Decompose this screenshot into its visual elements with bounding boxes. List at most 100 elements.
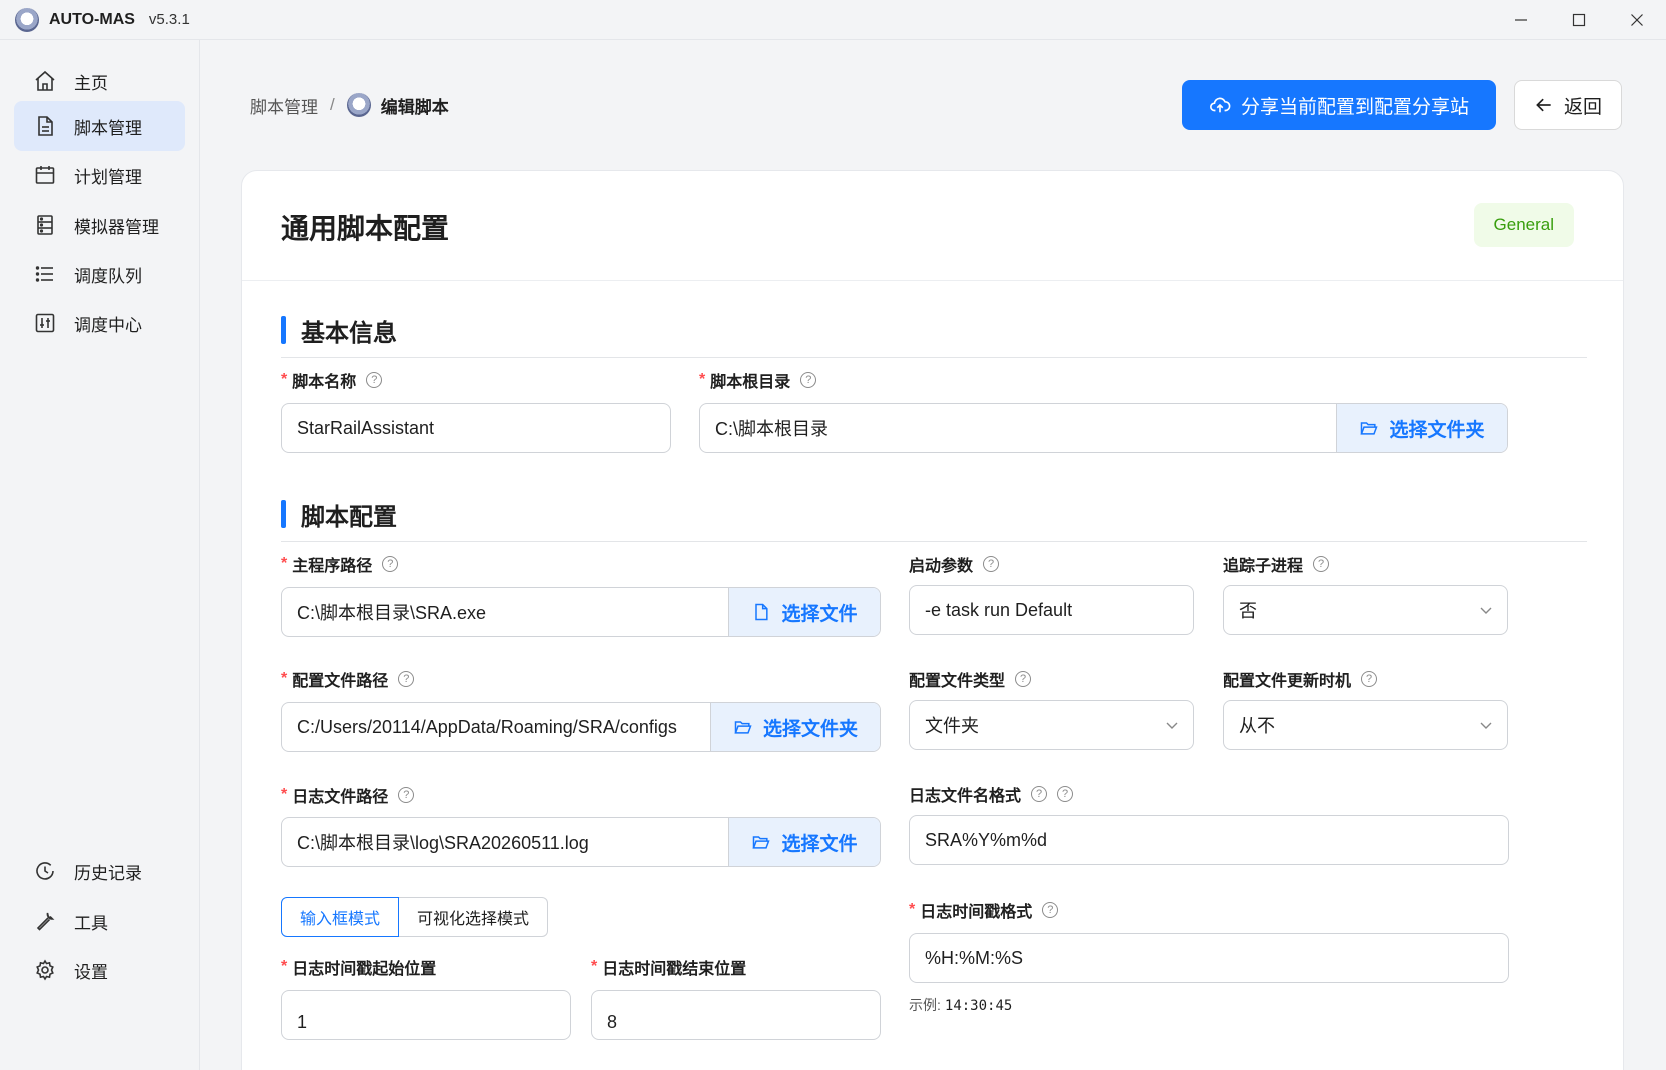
launch-args-input[interactable]: -e task run Default <box>909 585 1194 635</box>
minimize-icon <box>1515 19 1527 21</box>
config-update-label: 配置文件更新时机? <box>1223 668 1378 690</box>
sidebar-item-label: 历史记录 <box>74 863 142 883</box>
track-child-label: 追踪子进程? <box>1223 553 1330 575</box>
help-icon[interactable]: ? <box>398 671 415 687</box>
mode-visual-tab[interactable]: 可视化选择模式 <box>399 897 549 937</box>
config-update-select[interactable]: 从不 <box>1223 700 1508 750</box>
log-name-format-input[interactable]: SRA%Y%m%d <box>909 815 1509 865</box>
config-path-field: C:/Users/20114/AppData/Roaming/SRA/confi… <box>281 702 881 752</box>
general-tag: General <box>1473 203 1574 247</box>
breadcrumb-parent[interactable]: 脚本管理 <box>250 93 318 118</box>
mode-input-tab[interactable]: 输入框模式 <box>281 897 400 937</box>
sidebar-item-history[interactable]: 历史记录 <box>14 846 185 896</box>
chevron-down-icon <box>1479 718 1493 732</box>
history-icon <box>32 858 58 884</box>
help-icon[interactable]: ? <box>1361 671 1378 687</box>
launch-args-label: 启动参数? <box>909 553 1000 575</box>
select-file-button[interactable]: 选择文件 <box>728 818 880 866</box>
breadcrumb-separator: / <box>330 95 335 114</box>
sidebar-item-plans[interactable]: 计划管理 <box>14 150 185 200</box>
sidebar-item-queue[interactable]: 调度队列 <box>14 249 185 299</box>
config-path-label: * 配置文件路径? <box>281 668 415 690</box>
root-dir-input[interactable]: C:\脚本根目录 <box>700 404 1336 452</box>
section-divider <box>281 357 1587 358</box>
log-name-format-label: 日志文件名格式?? <box>909 783 1074 805</box>
section-basic-info: 基本信息 <box>281 315 397 347</box>
ts-format-input[interactable]: %H:%M:%S <box>909 933 1509 983</box>
help-icon[interactable]: ? <box>1031 786 1048 802</box>
sidebar-item-home[interactable]: 主页 <box>14 56 185 106</box>
help-icon[interactable]: ? <box>1057 786 1074 802</box>
sidebar-item-label: 工具 <box>74 913 108 933</box>
ts-start-label: * 日志时间戳起始位置 <box>281 958 437 978</box>
help-icon[interactable]: ? <box>398 787 415 803</box>
help-icon[interactable]: ? <box>983 556 1000 572</box>
sidebar-item-label: 调度队列 <box>74 266 142 286</box>
select-folder-button[interactable]: 选择文件夹 <box>1336 404 1507 452</box>
help-icon[interactable]: ? <box>382 556 399 572</box>
main-content: 脚本管理 / 编辑脚本 分享当前配置到配置分享站 返回 通用脚本配置 Gener… <box>200 40 1666 1070</box>
arrow-left-icon <box>1534 95 1554 115</box>
minimize-button[interactable] <box>1492 0 1550 40</box>
script-name-label: * 脚本名称? <box>281 369 383 391</box>
config-type-select[interactable]: 文件夹 <box>909 700 1194 750</box>
document-icon <box>32 113 58 139</box>
script-name-input[interactable]: StarRailAssistant <box>281 403 671 453</box>
share-config-label: 分享当前配置到配置分享站 <box>1240 96 1469 118</box>
track-child-select[interactable]: 否 <box>1223 585 1508 635</box>
root-dir-label: * 脚本根目录? <box>699 369 817 391</box>
sidebar-item-label: 设置 <box>74 962 108 982</box>
breadcrumb: 脚本管理 / 编辑脚本 <box>250 90 449 120</box>
exe-path-field: C:\脚本根目录\SRA.exe 选择文件 <box>281 587 881 637</box>
folder-open-icon <box>751 832 771 852</box>
close-button[interactable] <box>1608 0 1666 40</box>
section-divider <box>281 541 1587 542</box>
help-icon[interactable]: ? <box>1015 671 1032 687</box>
exe-path-input[interactable]: C:\脚本根目录\SRA.exe <box>282 588 728 636</box>
config-path-input[interactable]: C:/Users/20114/AppData/Roaming/SRA/confi… <box>282 703 710 751</box>
title-bar: AUTO-MAS v5.3.1 <box>0 0 1666 40</box>
share-config-button[interactable]: 分享当前配置到配置分享站 <box>1182 80 1496 130</box>
sidebar-item-label: 脚本管理 <box>74 118 142 138</box>
folder-open-icon <box>1359 418 1379 438</box>
ts-start-input[interactable]: 1 <box>281 990 571 1040</box>
calendar-icon <box>32 162 58 188</box>
sidebar-item-settings[interactable]: 设置 <box>14 945 185 995</box>
window-controls <box>1492 0 1666 40</box>
sidebar-item-emulators[interactable]: 模拟器管理 <box>14 200 185 250</box>
help-icon[interactable]: ? <box>366 372 383 388</box>
app-version: v5.3.1 <box>148 11 190 28</box>
select-folder-button[interactable]: 选择文件夹 <box>710 703 880 751</box>
sidebar-item-tools[interactable]: 工具 <box>14 896 185 946</box>
sliders-icon <box>32 310 58 336</box>
ts-format-label: * 日志时间戳格式? <box>909 899 1059 921</box>
ts-end-input[interactable]: 8 <box>591 990 881 1040</box>
card-header: 通用脚本配置 General <box>242 171 1623 281</box>
log-path-input[interactable]: C:\脚本根目录\log\SRA20260511.log <box>282 818 728 866</box>
exe-path-label: * 主程序路径? <box>281 553 399 575</box>
section-script-config: 脚本配置 <box>281 499 397 531</box>
root-dir-field: C:\脚本根目录 选择文件夹 <box>699 403 1508 453</box>
sidebar-item-dispatch[interactable]: 调度中心 <box>14 298 185 348</box>
sidebar: 主页 脚本管理 计划管理 模拟器管理 调度队列 调度中心 历史记录 工具 设置 <box>0 40 200 1070</box>
sidebar-item-scripts[interactable]: 脚本管理 <box>14 101 185 151</box>
config-type-label: 配置文件类型? <box>909 668 1032 690</box>
help-icon[interactable]: ? <box>800 372 817 388</box>
chevron-down-icon <box>1479 603 1493 617</box>
help-icon[interactable]: ? <box>1042 902 1059 918</box>
help-icon[interactable]: ? <box>1313 556 1330 572</box>
sidebar-item-label: 计划管理 <box>74 167 142 187</box>
sidebar-item-label: 调度中心 <box>74 315 142 335</box>
back-button[interactable]: 返回 <box>1514 80 1622 130</box>
select-file-button[interactable]: 选择文件 <box>728 588 880 636</box>
folder-open-icon <box>733 717 753 737</box>
ts-end-label: * 日志时间戳结束位置 <box>591 958 747 978</box>
ts-example: 示例: 14:30:45 <box>909 997 1013 1014</box>
config-card: 通用脚本配置 General 基本信息 * 脚本名称? StarRailAssis… <box>241 170 1624 1070</box>
maximize-button[interactable] <box>1550 0 1608 40</box>
log-path-label: * 日志文件路径? <box>281 784 415 806</box>
list-icon <box>32 261 58 287</box>
sidebar-item-label: 模拟器管理 <box>74 217 159 237</box>
sidebar-item-label: 主页 <box>74 73 108 93</box>
cloud-upload-icon <box>1209 94 1231 116</box>
